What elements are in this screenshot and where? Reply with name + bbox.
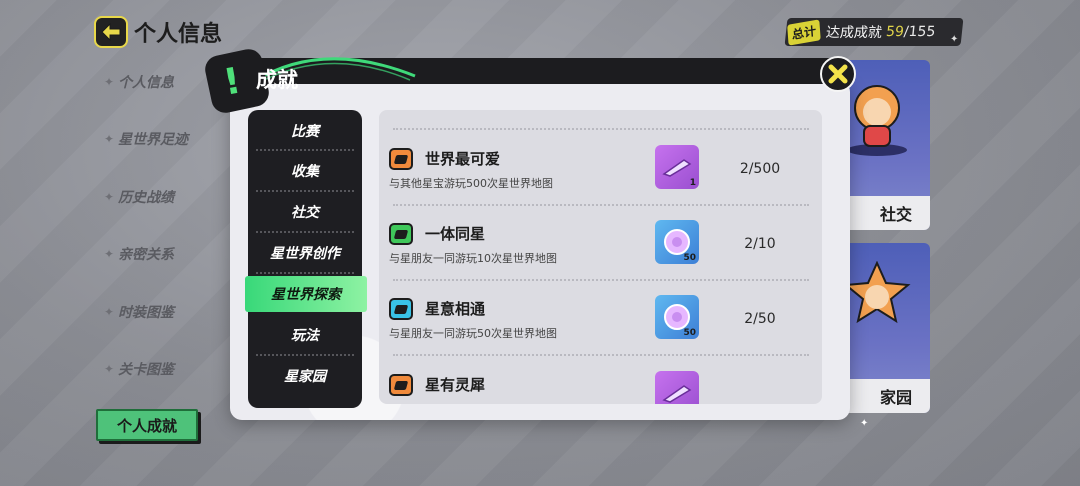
- character-illustration: [843, 261, 911, 324]
- achievement-badge-icon: [389, 148, 413, 170]
- achievement-description: 与星朋友一同游玩50次星世界地图: [389, 327, 557, 340]
- star-icon: ✦: [104, 132, 115, 146]
- nav-item-label: 历史战绩: [118, 190, 175, 206]
- nav-item-relationships[interactable]: ✦ 亲密关系: [104, 244, 224, 264]
- reward-count: 1: [689, 178, 696, 188]
- summary-tag: 总计: [787, 18, 821, 46]
- star-icon: ✦: [104, 362, 115, 376]
- achievement-title: 星有灵犀: [425, 376, 486, 394]
- tab-home[interactable]: 星家园: [248, 355, 362, 396]
- nav-item-label: 亲密关系: [118, 247, 175, 263]
- nav-item-history[interactable]: ✦ 历史战绩: [104, 187, 224, 207]
- star-icon: ✦: [104, 75, 115, 89]
- achievement-row: 世界最可爱 与其他星宝游玩500次星世界地图 1 2/500: [379, 145, 822, 223]
- nav-item-level-gallery[interactable]: ✦ 关卡图鉴: [104, 359, 224, 379]
- modal-title: 成就: [256, 68, 298, 92]
- achievement-title: 一体同星: [425, 225, 486, 243]
- nav-item-star-world-footprint[interactable]: ✦ 星世界足迹: [104, 129, 224, 149]
- achievement-badge-icon: [389, 223, 413, 245]
- sparkle-icon: ✦: [950, 34, 959, 45]
- star-icon: ✦: [104, 305, 115, 319]
- star-icon: ✦: [104, 247, 115, 261]
- reward-count: 50: [683, 328, 696, 338]
- achievement-title: 世界最可爱: [425, 150, 501, 168]
- tab-social[interactable]: 社交: [248, 191, 362, 232]
- summary-label: 达成成就: [825, 25, 883, 41]
- achievement-list[interactable]: 世界最可爱 与其他星宝游玩500次星世界地图 1 2/500 一体同星 与星朋友…: [379, 110, 822, 404]
- achievement-progress: 2/50: [744, 311, 776, 327]
- tab-creation[interactable]: 星世界创作: [248, 232, 362, 273]
- star-icon: ✦: [104, 190, 115, 204]
- achievement-summary: 总计 达成成就 59 / 155: [784, 18, 964, 46]
- achievement-description: 与其他星宝游玩500次星世界地图: [389, 177, 553, 190]
- category-tabs: 比赛 收集 社交 星世界创作 玩法 星家园: [248, 110, 362, 408]
- nav-item-label: 个人信息: [118, 75, 175, 91]
- back-arrow-icon: [101, 23, 121, 41]
- tab-gameplay[interactable]: 玩法: [248, 314, 362, 355]
- reward-item[interactable]: 50: [655, 295, 699, 339]
- tab-match[interactable]: 比赛: [248, 110, 362, 151]
- achievement-row: 星意相通 与星朋友一同游玩50次星世界地图 50 2/50: [379, 295, 822, 373]
- close-button[interactable]: [820, 56, 856, 92]
- close-x-icon: [828, 64, 848, 84]
- tab-collection[interactable]: 收集: [248, 150, 362, 191]
- achievement-progress: 2/500: [739, 161, 781, 177]
- achieved-count: 59: [885, 24, 905, 40]
- reward-item[interactable]: 50: [655, 220, 699, 264]
- nav-item-label: 星世界足迹: [118, 132, 189, 148]
- row-divider: [393, 279, 809, 281]
- achievement-description: 与星朋友一同游玩10次星世界地图: [389, 252, 557, 265]
- row-divider: [393, 128, 809, 130]
- nav-item-personal-achievements[interactable]: 个人成就: [96, 409, 198, 441]
- page-title: 个人信息: [134, 22, 223, 47]
- tab-exploration[interactable]: 星世界探索: [245, 276, 367, 312]
- reward-count: 50: [683, 253, 696, 263]
- back-button[interactable]: [94, 16, 128, 48]
- reward-glove-icon: [662, 385, 692, 403]
- reward-item[interactable]: [655, 371, 699, 404]
- total-count: 155: [907, 24, 937, 40]
- achievement-row: 星有灵犀: [379, 371, 822, 404]
- nav-item-label: 关卡图鉴: [118, 362, 175, 378]
- achievement-badge-icon: [389, 374, 413, 396]
- nav-item-fashion-gallery[interactable]: ✦ 时装图鉴: [104, 302, 224, 322]
- reward-item[interactable]: 1: [655, 145, 699, 189]
- nav-item-label: 时装图鉴: [118, 305, 175, 321]
- reward-glove-icon: [662, 159, 692, 177]
- row-divider: [393, 354, 809, 356]
- character-illustration: [847, 85, 907, 156]
- achievement-progress: 2/10: [744, 236, 776, 252]
- achievement-badge-icon: [389, 298, 413, 320]
- achievement-title: 星意相通: [425, 300, 486, 318]
- row-divider: [393, 204, 809, 206]
- tab-divider: [256, 272, 354, 274]
- achievement-row: 一体同星 与星朋友一同游玩10次星世界地图 50 2/10: [379, 220, 822, 298]
- sparkle-icon: ✦: [860, 418, 869, 429]
